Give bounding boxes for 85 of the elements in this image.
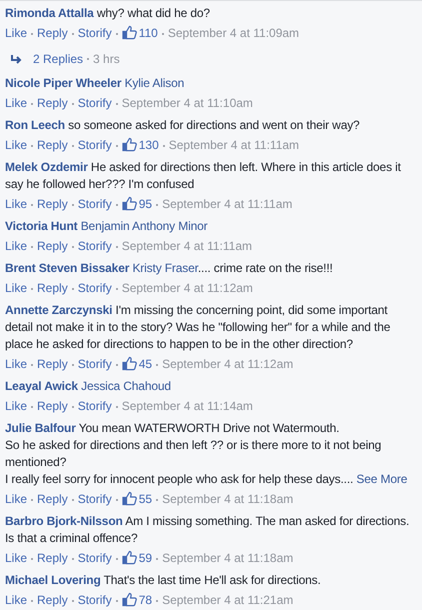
like-count: 59	[138, 550, 152, 567]
comment-text: Melek Ozdemir He asked for directions then left. Where in this article does it say he followed her??? I'm confused	[5, 159, 402, 193]
timestamp: September 4 at 11:12am	[122, 280, 253, 297]
action-link[interactable]: Reply	[37, 398, 68, 415]
action-link[interactable]: Reply	[37, 95, 68, 112]
comment-text: Barbro Bjork-Nilsson Am I missing something. The man asked for directions. Is that a criminal offence?	[5, 513, 410, 547]
action-link[interactable]: Storify	[78, 95, 112, 112]
replies-link[interactable]: 2 Replies	[33, 50, 84, 68]
author-link[interactable]: Ron Leech	[5, 118, 65, 132]
comment-text: Rimonda Attalla why? what did he do?	[5, 5, 211, 22]
action-link[interactable]: Reply	[37, 196, 68, 213]
thumbs-up-icon	[122, 356, 137, 371]
thumbs-up-icon	[122, 550, 137, 565]
action-link[interactable]: Storify	[78, 196, 112, 213]
action-link[interactable]: Storify	[78, 238, 112, 255]
timestamp: September 4 at 11:14am	[122, 398, 253, 415]
action-link[interactable]: Storify	[78, 356, 112, 373]
reply-age: 3 hrs	[93, 50, 120, 68]
like-count: 55	[138, 491, 152, 508]
timestamp: September 4 at 11:10am	[122, 95, 253, 112]
comment-text: Julie Balfour You mean WATERWORTH Drive not Watermouth. So he asked for directions and then left ?? or is there more to it not being mentioned? I really feel sorry for innocent people who ask for help these days.... See More	[5, 420, 408, 488]
thumbs-up-icon	[122, 592, 137, 607]
action-link[interactable]: Like	[5, 238, 28, 255]
timestamp: September 4 at 11:18am	[162, 491, 294, 508]
action-link[interactable]: Reply	[37, 280, 68, 297]
action-link[interactable]: Storify	[78, 491, 112, 508]
action-link[interactable]: Like	[5, 95, 28, 112]
action-link[interactable]: Like	[5, 550, 28, 567]
action-link[interactable]: Like	[5, 280, 28, 297]
action-link[interactable]: Reply	[37, 491, 68, 508]
action-link[interactable]: Storify	[78, 550, 112, 567]
like-count: 45	[138, 356, 152, 373]
timestamp: September 4 at 11:21am	[162, 592, 294, 609]
like-count: 95	[138, 196, 152, 213]
timestamp: September 4 at 11:12am	[162, 356, 294, 373]
author-link[interactable]: Michael Lovering	[5, 573, 101, 587]
timestamp: September 4 at 11:11am	[168, 137, 300, 154]
timestamp: September 4 at 11:09am	[168, 25, 300, 42]
author-link[interactable]: Brent Steven Bissaker	[5, 261, 130, 275]
action-link[interactable]: Reply	[37, 25, 68, 42]
thumbs-up-icon	[122, 491, 137, 506]
author-link[interactable]: Victoria Hunt	[5, 219, 78, 233]
tag-link[interactable]: Benjamin Anthony Minor	[80, 219, 208, 233]
thumbs-up-icon	[122, 196, 137, 211]
author-link[interactable]: Nicole Piper Wheeler	[5, 76, 122, 90]
author-link[interactable]: Leayal Awick	[5, 379, 78, 393]
author-link[interactable]: Barbro Bjork-Nilsson	[5, 514, 123, 528]
tag-link[interactable]: Kylie Alison	[124, 76, 184, 90]
timestamp: September 4 at 11:11am	[122, 238, 252, 255]
comment-text: Michael Lovering That's the last time He'll ask for directions.	[5, 572, 322, 589]
author-link[interactable]: Annette Zarczynski	[5, 303, 112, 317]
like-count: 110	[138, 25, 158, 42]
action-link[interactable]: Storify	[78, 398, 112, 415]
author-link[interactable]: Melek Ozdemir	[5, 160, 88, 174]
like-count: 78	[138, 592, 152, 609]
author-link[interactable]: Rimonda Attalla	[5, 6, 94, 20]
thumbs-up-icon	[122, 25, 137, 40]
action-link[interactable]: Like	[5, 491, 28, 508]
action-link[interactable]: Reply	[37, 356, 68, 373]
action-link[interactable]: Reply	[37, 137, 68, 154]
action-link[interactable]: Like	[5, 356, 28, 373]
action-link[interactable]: Like	[5, 592, 28, 609]
action-link[interactable]: Like	[5, 25, 28, 42]
like-count: 130	[138, 137, 159, 154]
action-link[interactable]: Storify	[78, 280, 112, 297]
action-link[interactable]: Storify	[78, 137, 112, 154]
action-link[interactable]: Like	[5, 196, 28, 213]
see-more-link[interactable]: See More	[356, 472, 408, 486]
action-link[interactable]: Storify	[78, 25, 112, 42]
reply-arrow-icon	[11, 54, 23, 64]
timestamp: September 4 at 11:18am	[162, 550, 294, 567]
action-link[interactable]: Reply	[37, 550, 68, 567]
tag-link[interactable]: Jessica Chahoud	[81, 379, 171, 393]
action-link[interactable]: Reply	[37, 592, 68, 609]
action-link[interactable]: Like	[5, 137, 28, 154]
author-link[interactable]: Julie Balfour	[5, 421, 76, 435]
comment-text: Annette Zarczynski I'm missing the concerning point, did some important detail not make it in to the story? Was he "following her" for a while and the place he asked for directions to happen to be in the other direction?	[5, 302, 392, 353]
action-link[interactable]: Storify	[78, 592, 112, 609]
comment-text: Brent Steven Bissaker Kristy Fraser.... crime rate on the rise!!!	[5, 260, 334, 277]
comment-text: Ron Leech so someone asked for directions and went on their way?	[5, 117, 361, 134]
thumbs-up-icon	[122, 137, 137, 152]
tag-link[interactable]: Kristy Fraser	[132, 261, 198, 275]
action-link[interactable]: Like	[5, 398, 28, 415]
timestamp: September 4 at 11:11am	[162, 196, 292, 213]
action-link[interactable]: Reply	[37, 238, 68, 255]
